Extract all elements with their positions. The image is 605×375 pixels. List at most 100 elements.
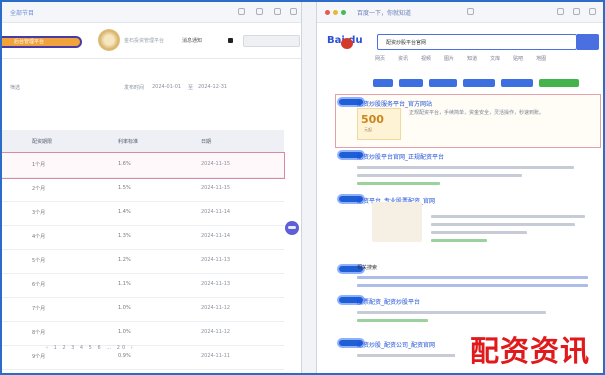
table-cell: 2024-11-15: [201, 161, 231, 167]
minimize-icon[interactable]: [238, 8, 245, 15]
table-cell: 2024-11-14: [201, 233, 231, 239]
restore-icon[interactable]: [573, 8, 580, 15]
table-row[interactable]: 9个月 0.9% 2024-11-11: [2, 345, 284, 370]
ad-description: 正规配资平台，手续简单，资金安全，灵活操作，秒速到账。: [409, 110, 545, 116]
table-cell: 1.3%: [118, 233, 131, 239]
tab-web[interactable]: 网页: [375, 56, 385, 62]
table-cell: 1个月: [32, 162, 46, 168]
header-search-input[interactable]: [243, 35, 300, 47]
result-title[interactable]: 股票配资_配资炒股平台: [357, 297, 593, 306]
result-url[interactable]: [431, 239, 487, 242]
close-dot-icon[interactable]: [325, 10, 330, 15]
right-tab-title[interactable]: 百度一下，你就知道: [357, 8, 411, 17]
column-header[interactable]: 配资期限: [32, 138, 52, 145]
filter-chip[interactable]: [501, 79, 533, 87]
related-links[interactable]: [357, 284, 589, 287]
table-cell: 1.4%: [118, 209, 131, 215]
result-url[interactable]: [357, 319, 428, 322]
search-query: 配资炒股平台官网: [386, 40, 427, 46]
filter-chip[interactable]: [429, 79, 457, 87]
filter-chips: [373, 79, 585, 89]
table-cell: 2024-11-14: [201, 209, 231, 215]
ad-price: 500: [361, 113, 384, 126]
tab-zhidao[interactable]: 知道: [467, 56, 477, 62]
table-cell: 2024-11-12: [201, 305, 231, 311]
app-header: 后台管理平台 金石投资管理平台 消息通知: [2, 24, 301, 59]
ad-title[interactable]: 配资炒股服务平台_官方网站: [357, 99, 593, 108]
window-divider[interactable]: [302, 2, 317, 373]
minimize-dot-icon[interactable]: [333, 10, 338, 15]
table-row[interactable]: 5个月 1.2% 2024-11-13: [2, 249, 284, 274]
date-start-field[interactable]: 2024-01-01: [152, 84, 181, 90]
result-title[interactable]: 配资炒股平台官网_正规配资平台: [357, 152, 593, 161]
table-cell: 3个月: [32, 210, 46, 216]
related-links[interactable]: [357, 276, 589, 279]
tab-wenku[interactable]: 文库: [490, 56, 500, 62]
table-cell: 5个月: [32, 258, 46, 264]
screenshot-frame: 全部节目 后台管理平台 金石投资管理平台 消息通知 筛选 发布时间 2024-0…: [0, 0, 605, 375]
filter-chip[interactable]: [399, 79, 423, 87]
table-row[interactable]: 3个月 1.4% 2024-11-14: [2, 201, 284, 226]
table-cell: 9个月: [32, 354, 46, 360]
filter-chip[interactable]: [539, 79, 579, 87]
table-cell: 1.1%: [118, 281, 131, 287]
table-row[interactable]: 7个月 1.0% 2024-11-12: [2, 297, 284, 322]
related-label: 相关搜索: [357, 265, 378, 271]
watermark-text: 配资资讯: [455, 330, 603, 372]
result-snippet: [431, 223, 575, 226]
table-row[interactable]: 4个月 1.3% 2024-11-14: [2, 225, 284, 250]
close-icon[interactable]: [589, 8, 596, 15]
filter-chip[interactable]: [463, 79, 495, 87]
baidu-logo[interactable]: Bai du: [327, 35, 373, 51]
result-snippet: [357, 311, 546, 314]
left-title-bar: 全部节目: [2, 2, 301, 23]
tab-tieba[interactable]: 贴吧: [513, 56, 523, 62]
tab-video[interactable]: 视频: [421, 56, 431, 62]
column-header[interactable]: 日期: [201, 138, 211, 145]
left-tab-title[interactable]: 全部节目: [10, 8, 34, 17]
table-cell: 1.5%: [118, 185, 131, 191]
result-thumbnail[interactable]: [372, 202, 422, 242]
tab-news[interactable]: 资讯: [398, 56, 408, 62]
maximize-dot-icon[interactable]: [341, 10, 346, 15]
ad-price-unit: 元起: [364, 127, 372, 132]
result-url[interactable]: [357, 182, 440, 185]
search-button[interactable]: [577, 34, 599, 50]
filter-chip[interactable]: [373, 79, 393, 87]
table-header: 配资期限 利率标准 日期: [2, 130, 284, 153]
drag-handle-icon[interactable]: [285, 221, 299, 235]
header-button[interactable]: 消息通知: [182, 37, 202, 44]
tab-images[interactable]: 图片: [444, 56, 454, 62]
brand-label: 后台管理平台: [14, 39, 45, 45]
table-cell: 1.0%: [118, 329, 131, 335]
search-input[interactable]: 配资炒股平台官网: [377, 34, 577, 50]
search-result: 配资炒股平台官网_正规配资平台: [357, 152, 593, 185]
minimize-icon[interactable]: [557, 8, 564, 15]
filter-label: 筛选: [10, 85, 21, 91]
ad-title-block: 配资炒股服务平台_官方网站: [357, 99, 593, 108]
restore-icon[interactable]: [256, 8, 263, 15]
table-cell: 2024-11-13: [201, 257, 231, 263]
table-row[interactable]: 6个月 1.1% 2024-11-13: [2, 273, 284, 298]
table-row[interactable]: 2个月 1.5% 2024-11-15: [2, 177, 284, 202]
date-separator: 至: [188, 85, 194, 91]
close-icon[interactable]: [290, 8, 297, 15]
table-row[interactable]: 1个月 1.6% 2024-11-15: [2, 152, 285, 179]
table-cell: 2024-11-11: [201, 353, 231, 359]
search-result: 股票配资_配资炒股平台: [357, 297, 593, 322]
logo-text: 金石投资管理平台: [124, 38, 165, 44]
table-row[interactable]: 8个月 1.0% 2024-11-12: [2, 321, 284, 346]
paw-icon: [341, 38, 353, 49]
result-snippet-block: [431, 210, 591, 242]
table-cell: 6个月: [32, 282, 46, 288]
table-cell: 2024-11-13: [201, 281, 231, 287]
date-end-field[interactable]: 2024-12-31: [198, 84, 227, 90]
pagination[interactable]: ‹ 1 2 3 4 5 6 … 20 ›: [46, 345, 135, 351]
column-header[interactable]: 利率标准: [118, 138, 138, 145]
tab-icon[interactable]: [467, 8, 474, 15]
settings-icon[interactable]: [274, 8, 281, 15]
user-icon[interactable]: [228, 38, 233, 43]
table-cell: 8个月: [32, 330, 46, 336]
tab-map[interactable]: 地图: [536, 56, 546, 62]
brand-pill-button[interactable]: 后台管理平台: [2, 36, 82, 48]
